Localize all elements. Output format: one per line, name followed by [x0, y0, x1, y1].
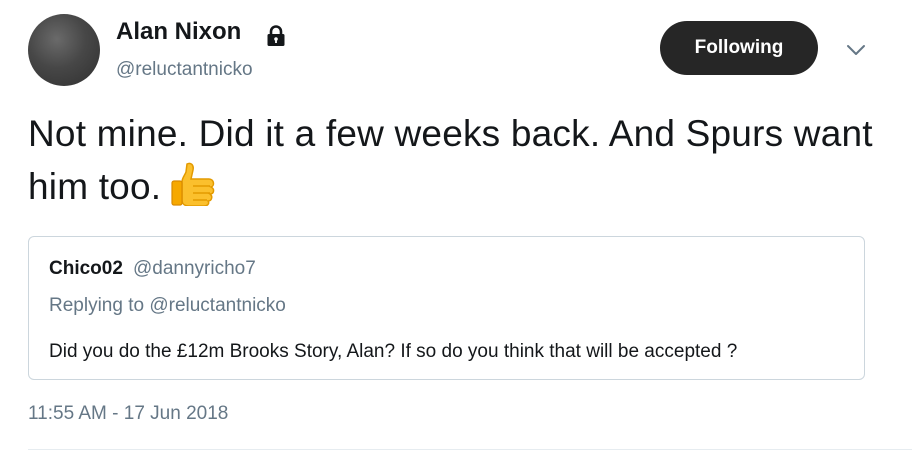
chevron-down-icon[interactable]	[844, 38, 868, 62]
replying-to-text: Replying to @reluctantnicko	[49, 295, 286, 316]
tweet-card: Alan Nixon @reluctantnicko Following Not…	[0, 0, 912, 452]
divider	[28, 449, 912, 450]
thumbs-up-emoji	[169, 160, 217, 220]
quoted-tweet-text: Did you do the £12m Brooks Story, Alan? …	[49, 341, 738, 362]
tweet-text-content: Not mine. Did it a few weeks back. And S…	[28, 113, 873, 207]
lock-icon	[267, 25, 285, 46]
tweet-timestamp[interactable]: 11:55 AM - 17 Jun 2018	[28, 403, 228, 425]
quoted-author-name: Chico02	[49, 258, 123, 279]
author-display-name[interactable]: Alan Nixon	[116, 16, 241, 48]
tweet-text: Not mine. Did it a few weeks back. And S…	[28, 108, 878, 220]
author-handle[interactable]: @reluctantnicko	[116, 57, 253, 83]
quoted-tweet[interactable]: Chico02 @dannyricho7 Replying to @reluct…	[28, 236, 865, 380]
following-button[interactable]: Following	[660, 21, 818, 75]
quoted-author-handle: @dannyricho7	[133, 258, 256, 279]
avatar[interactable]	[28, 14, 100, 86]
following-button-label: Following	[694, 37, 784, 58]
